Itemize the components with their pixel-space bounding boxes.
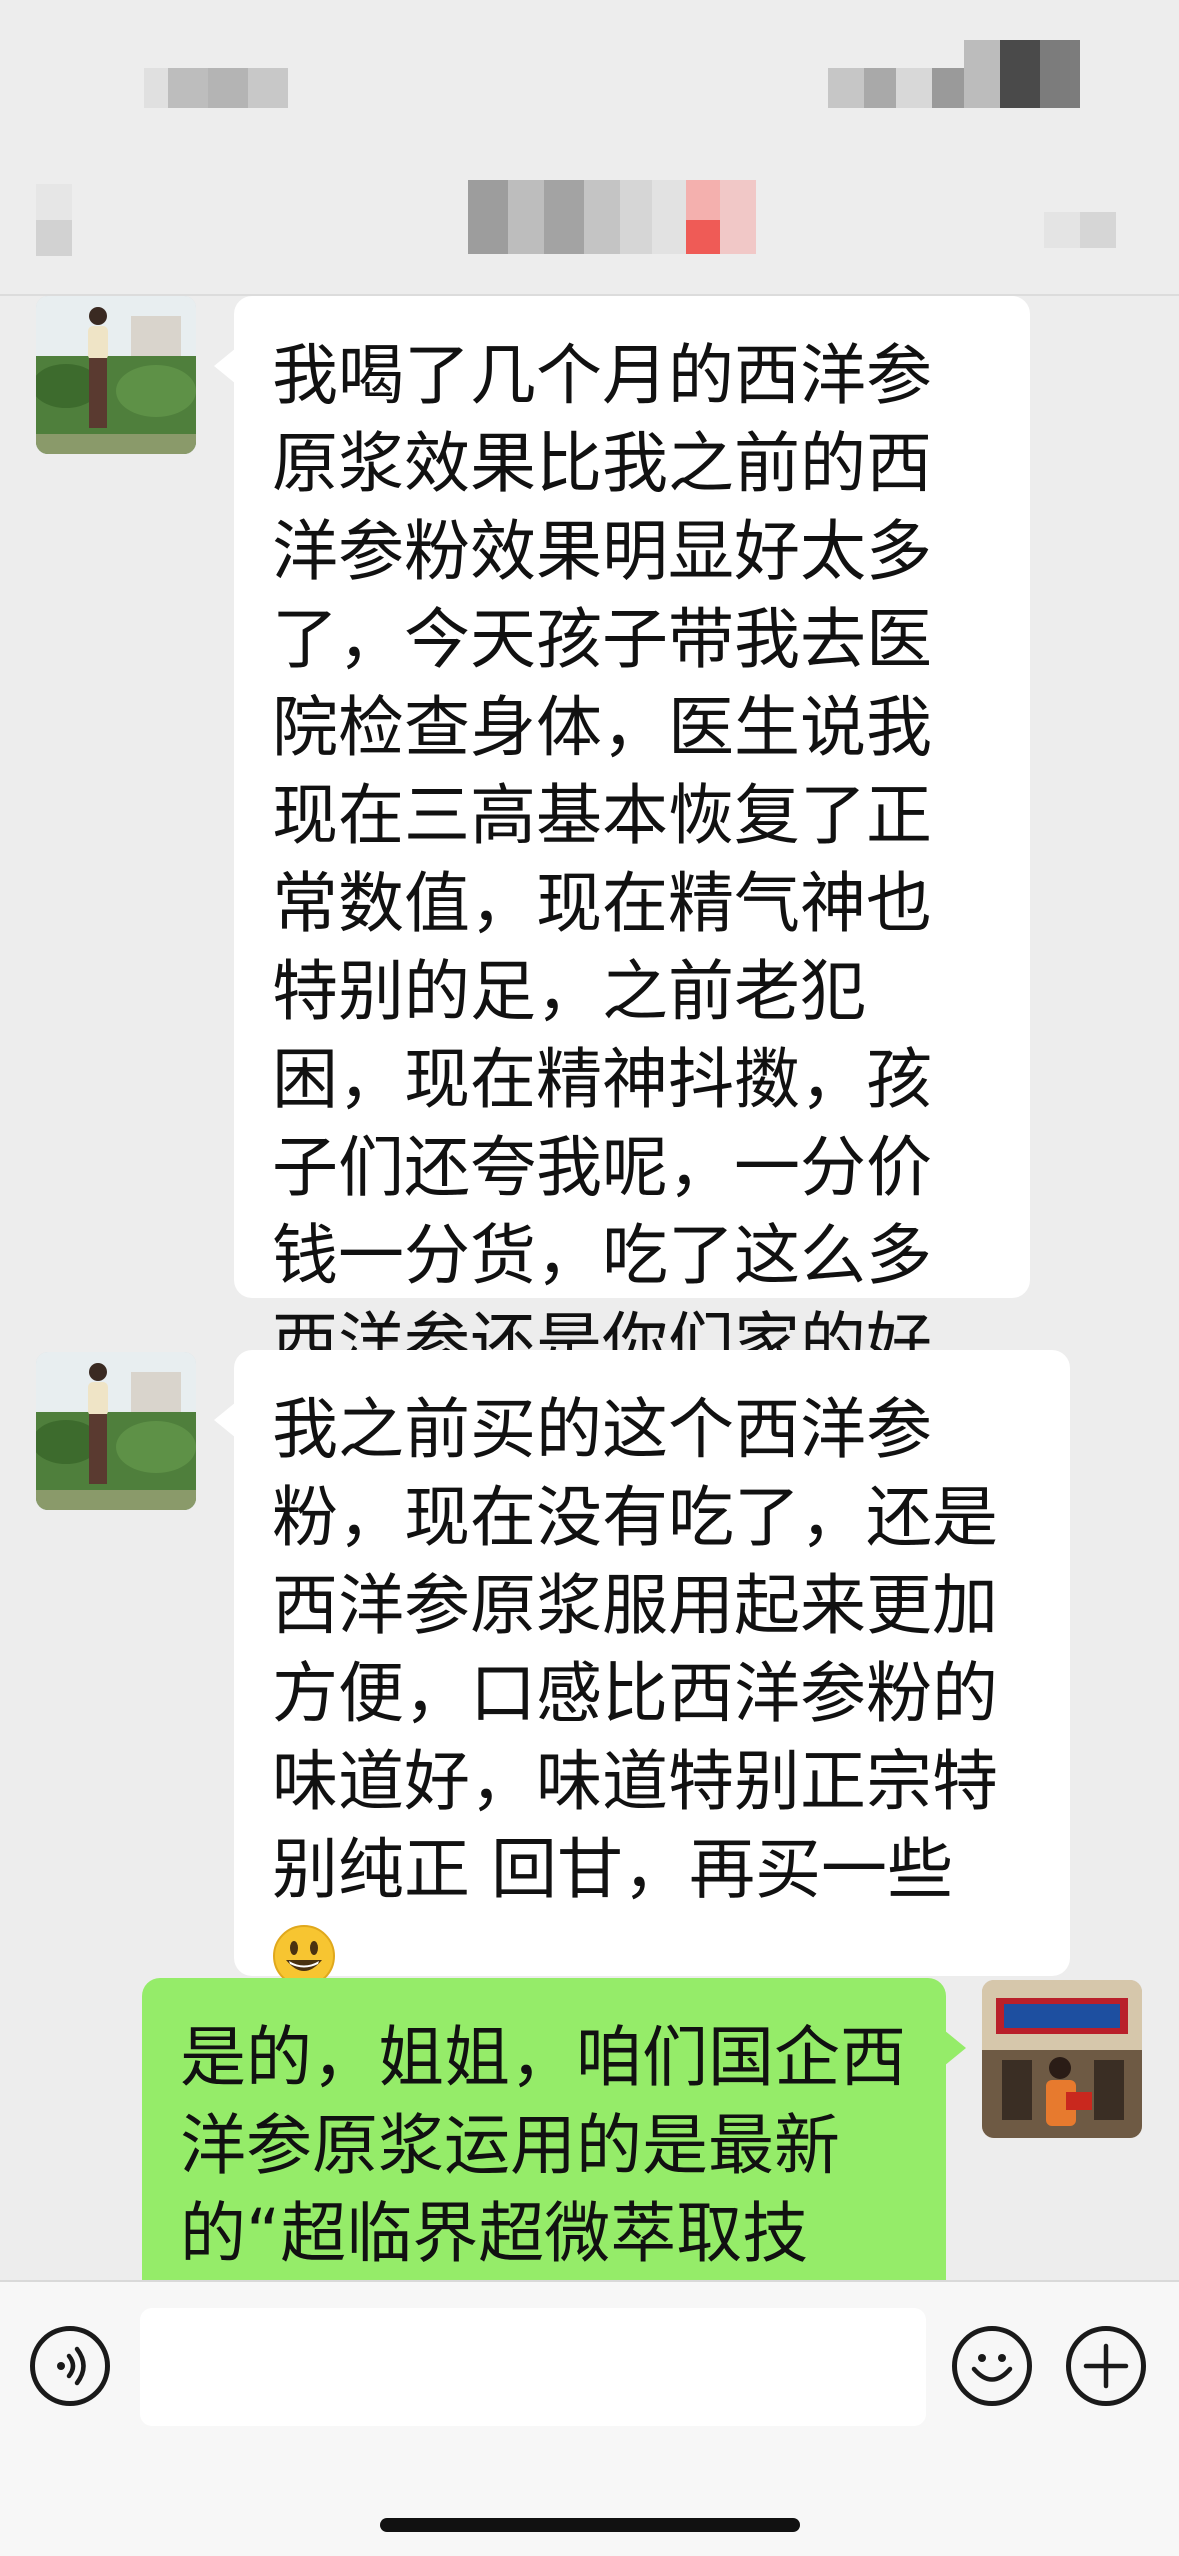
status-time-blurred bbox=[144, 68, 288, 108]
input-bar bbox=[0, 2280, 1179, 2556]
message-text: 我之前买的这个西洋参粉，现在没有吃了，还是西洋参原浆服用起来更加方便，口感比西洋… bbox=[272, 1391, 998, 1908]
contact-avatar[interactable] bbox=[36, 1352, 196, 1510]
message-bubble-outgoing[interactable]: 是的，姐姐，咱们国企西洋参原浆运用的是最新的“超临界超微萃取技术”， bbox=[142, 1978, 966, 2280]
chat-title-blurred bbox=[468, 180, 756, 254]
plus-icon bbox=[1083, 2343, 1129, 2389]
contact-avatar-image bbox=[36, 296, 196, 454]
chat-header bbox=[0, 150, 1179, 296]
message-text: 是的，姐姐，咱们国企西洋参原浆运用的是最新的“超临界超微萃取技术”， bbox=[180, 2019, 906, 2272]
status-icons-blurred bbox=[828, 40, 1080, 108]
emoji-button[interactable] bbox=[952, 2326, 1032, 2406]
emoji-icon bbox=[971, 2354, 1013, 2382]
contact-avatar-image bbox=[36, 1352, 196, 1510]
contact-avatar[interactable] bbox=[36, 296, 196, 454]
message-input[interactable] bbox=[140, 2308, 926, 2426]
home-indicator[interactable] bbox=[380, 2518, 800, 2532]
message-bubble-incoming[interactable]: 我之前买的这个西洋参粉，现在没有吃了，还是西洋参原浆服用起来更加方便，口感比西洋… bbox=[214, 1350, 1070, 1987]
message-list[interactable]: 我喝了几个月的西洋参原浆效果比我之前的西洋参粉效果明显好太多了，今天孩子带我去医… bbox=[0, 296, 1179, 2280]
more-button-blurred[interactable] bbox=[1044, 212, 1116, 248]
voice-button[interactable] bbox=[30, 2326, 110, 2406]
voice-icon bbox=[57, 2346, 86, 2386]
message-bubble-incoming[interactable]: 我喝了几个月的西洋参原浆效果比我之前的西洋参粉效果明显好太多了，今天孩子带我去医… bbox=[214, 296, 1030, 1382]
message-text: 我喝了几个月的西洋参原浆效果比我之前的西洋参粉效果明显好太多了，今天孩子带我去医… bbox=[272, 337, 932, 1382]
my-avatar[interactable] bbox=[982, 1980, 1142, 2138]
back-button-blurred[interactable] bbox=[36, 184, 72, 256]
more-functions-button[interactable] bbox=[1066, 2326, 1146, 2406]
my-avatar-image bbox=[982, 1980, 1142, 2138]
status-bar bbox=[0, 0, 1179, 150]
